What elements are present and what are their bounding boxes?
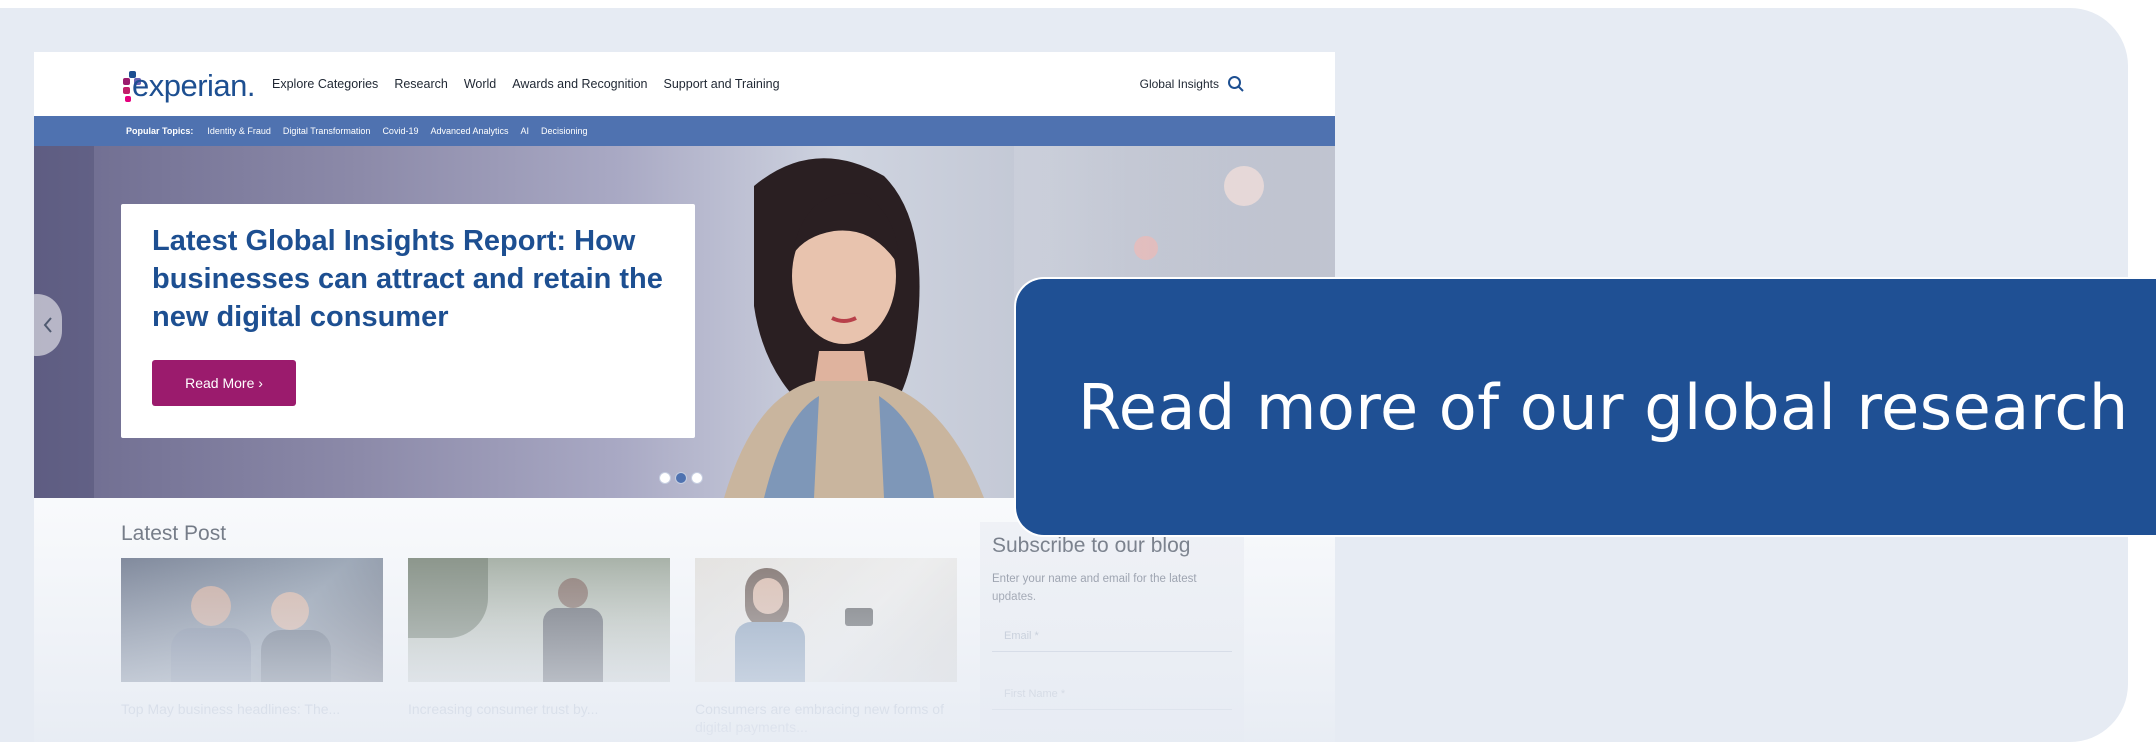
main-nav: Explore Categories Research World Awards…: [272, 52, 796, 116]
post-card[interactable]: Consumers are embracing new forms of dig…: [695, 558, 957, 736]
hero-card: Latest Global Insights Report: How busin…: [121, 204, 695, 438]
search-icon[interactable]: [1227, 75, 1245, 93]
nav-explore-categories[interactable]: Explore Categories: [272, 77, 378, 91]
topic-covid[interactable]: Covid-19: [382, 126, 418, 136]
top-nav: experian. Explore Categories Research Wo…: [34, 52, 1335, 116]
nav-awards[interactable]: Awards and Recognition: [512, 77, 647, 91]
email-field[interactable]: Email *: [992, 620, 1232, 652]
post-card[interactable]: Increasing consumer trust by...: [408, 558, 670, 718]
carousel-dot-1[interactable]: [659, 472, 671, 484]
hero-title: Latest Global Insights Report: How busin…: [152, 225, 663, 333]
post-image: [408, 558, 670, 682]
nav-research[interactable]: Research: [394, 77, 448, 91]
cta-banner[interactable]: Read more of our global research: [1014, 277, 2156, 537]
subscribe-panel: Subscribe to our blog Enter your name an…: [980, 522, 1244, 742]
global-insights-link[interactable]: Global Insights: [1140, 77, 1219, 91]
topic-advanced-analytics[interactable]: Advanced Analytics: [430, 126, 508, 136]
subscribe-title: Subscribe to our blog: [992, 534, 1191, 557]
logo-text: experian.: [132, 68, 256, 103]
chevron-left-icon: [43, 317, 52, 333]
read-more-button[interactable]: Read More ›: [152, 360, 296, 406]
woman-portrait-image: [724, 158, 984, 498]
post-image: [121, 558, 383, 682]
cta-text: Read more of our global research: [1078, 370, 2129, 444]
topic-identity-fraud[interactable]: Identity & Fraud: [207, 126, 271, 136]
carousel-dots: [659, 472, 703, 484]
popular-topics-bar: Popular Topics: Identity & Fraud Digital…: [34, 116, 1335, 146]
popular-topics-label: Popular Topics:: [126, 126, 194, 136]
topic-decisioning[interactable]: Decisioning: [541, 126, 588, 136]
post-card[interactable]: Top May business headlines: The...: [121, 558, 383, 718]
post-title: Top May business headlines: The...: [121, 701, 341, 717]
global-insights-area: Global Insights: [1140, 52, 1245, 116]
topic-digital-transformation[interactable]: Digital Transformation: [283, 126, 371, 136]
carousel-dot-3[interactable]: [691, 472, 703, 484]
post-title: Consumers are embracing new forms of dig…: [695, 701, 944, 735]
topic-ai[interactable]: AI: [521, 126, 530, 136]
nav-support[interactable]: Support and Training: [664, 77, 780, 91]
post-image: [695, 558, 957, 682]
carousel-dot-2[interactable]: [675, 472, 687, 484]
first-name-field[interactable]: First Name *: [992, 678, 1232, 710]
post-title: Increasing consumer trust by...: [408, 701, 599, 717]
nav-world[interactable]: World: [464, 77, 496, 91]
subscribe-description: Enter your name and email for the latest…: [992, 573, 1197, 603]
experian-logo[interactable]: experian.: [121, 62, 256, 106]
latest-post-heading: Latest Post: [121, 522, 227, 545]
